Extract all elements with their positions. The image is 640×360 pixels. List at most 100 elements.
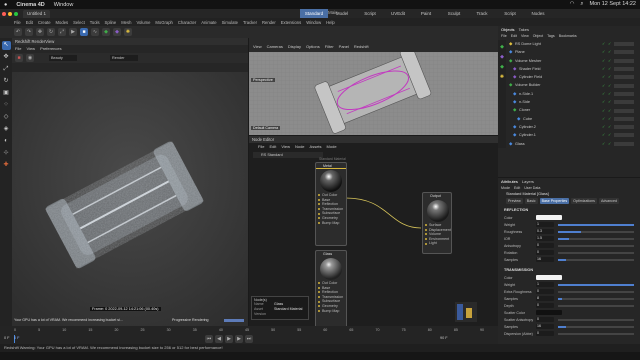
redo-icon[interactable]: ↷ — [25, 28, 33, 36]
tag-icon[interactable] — [614, 116, 634, 121]
document-tab[interactable]: Untitled 1 — [23, 9, 51, 18]
render-check-icon[interactable]: ✓ — [608, 67, 612, 71]
attribute-subtab[interactable]: Optimizations — [571, 198, 597, 204]
object-row[interactable]: ◆ RS Dome Light ✓ ✓ — [509, 40, 640, 48]
tag-icon[interactable] — [614, 141, 634, 146]
layout-tab[interactable]: Track — [468, 9, 496, 18]
tag-icon[interactable] — [614, 67, 634, 72]
menu-item[interactable]: Render — [262, 20, 276, 25]
generator-icon[interactable]: ◆ — [102, 28, 110, 36]
attribute-value[interactable]: 8 — [536, 296, 554, 301]
attribute-value[interactable]: 0 — [536, 243, 554, 248]
attribute-slider[interactable] — [558, 244, 634, 247]
attribute-subtab[interactable]: Basic — [524, 198, 538, 204]
object-row[interactable]: ◆ Cylinder.2 ✓ ✓ — [509, 123, 640, 131]
timeline-end[interactable]: 90 F — [440, 336, 448, 340]
minimize-window-button[interactable] — [8, 11, 12, 16]
menu-item[interactable]: Mesh — [121, 20, 131, 25]
layout-tab[interactable]: Paint — [412, 9, 440, 18]
objects-tab[interactable]: Takes — [519, 26, 529, 33]
object-row[interactable]: ◆ Glass ✓ ✓ — [509, 140, 640, 148]
attribute-value[interactable]: 0 — [536, 250, 554, 255]
attribute-slider[interactable] — [558, 304, 634, 307]
attribute-slider[interactable] — [558, 258, 634, 261]
object-name[interactable]: Volume Mesher — [515, 57, 602, 65]
maximize-window-button[interactable] — [14, 11, 18, 16]
menu-item[interactable]: Window — [306, 20, 321, 25]
renderer-select[interactable]: Render — [110, 55, 138, 61]
last-frame-icon[interactable]: ⏭ — [245, 335, 253, 343]
scale-tool-icon[interactable]: ⤢ — [2, 65, 11, 74]
object-row[interactable]: ◆ Plane ✓ ✓ — [509, 48, 640, 56]
menu-item[interactable]: Character — [178, 20, 196, 25]
deformer-icon[interactable]: ◆ — [113, 28, 121, 36]
move-icon[interactable]: ✥ — [36, 28, 44, 36]
render-check-icon[interactable]: ✓ — [608, 108, 612, 113]
attribute-slider[interactable] — [558, 325, 634, 328]
attribute-value[interactable]: 1.5 — [536, 236, 554, 241]
edges-mode-icon[interactable]: ◇ — [2, 113, 11, 122]
render-check-icon[interactable]: ✓ — [608, 91, 612, 96]
menu-item[interactable]: Extensions — [281, 20, 301, 25]
attribute-value[interactable]: 1 — [536, 282, 554, 287]
tag-icon[interactable] — [614, 133, 634, 138]
visible-check-icon[interactable]: ✓ — [602, 133, 606, 137]
attribute-slider[interactable] — [558, 230, 634, 233]
attribute-value[interactable]: 0 — [536, 331, 554, 336]
visible-check-icon[interactable]: ✓ — [602, 116, 606, 121]
light-icon[interactable]: ✺ — [124, 28, 132, 36]
objects-menu-item[interactable]: File — [501, 33, 507, 40]
render-image[interactable] — [12, 72, 248, 334]
visible-check-icon[interactable]: ✓ — [602, 91, 606, 96]
render-check-icon[interactable]: ✓ — [608, 58, 612, 63]
visible-check-icon[interactable]: ✓ — [602, 125, 606, 129]
light-side-icon[interactable]: ✺ — [498, 74, 506, 80]
object-row[interactable]: ◆ Volume Builder ✓ ✓ — [509, 81, 640, 89]
render-icon[interactable]: ▶ — [69, 28, 77, 36]
object-name[interactable]: Volume Builder — [515, 81, 602, 89]
visible-check-icon[interactable]: ✓ — [602, 42, 606, 46]
visible-check-icon[interactable]: ✓ — [602, 58, 606, 63]
object-name[interactable]: Plane — [515, 48, 602, 56]
visible-check-icon[interactable]: ✓ — [602, 50, 606, 54]
menu-item[interactable]: Tracker — [243, 20, 257, 25]
attribute-value[interactable]: 16 — [536, 324, 554, 329]
object-row[interactable]: ◆ Cloner ✓ ✓ — [509, 106, 640, 114]
snapshot-icon[interactable]: ◉ — [26, 54, 34, 62]
attribute-slider[interactable] — [558, 297, 634, 300]
aov-select[interactable]: Beauty — [49, 55, 77, 61]
object-name[interactable]: RS Dome Light — [515, 40, 602, 48]
visible-check-icon[interactable]: ✓ — [602, 83, 606, 88]
menu-item[interactable]: Select — [73, 20, 85, 25]
object-name[interactable]: Cloner — [519, 106, 602, 114]
play-icon[interactable]: ▶ — [225, 335, 233, 343]
apple-icon[interactable]: ● — [4, 2, 7, 8]
render-check-icon[interactable]: ✓ — [608, 116, 612, 121]
tag-icon[interactable] — [614, 75, 634, 80]
object-name[interactable]: Cylinder.1 — [519, 131, 602, 139]
attribute-slider[interactable] — [558, 223, 634, 226]
move-tool-icon[interactable]: ✥ — [2, 53, 11, 62]
object-row[interactable]: ◆ n-Side ✓ ✓ — [509, 98, 640, 106]
output-node[interactable]: Output Surface Displacement Volume Environm… — [422, 192, 452, 254]
tag-icon[interactable] — [614, 83, 634, 88]
attribute-value[interactable]: 0 — [536, 303, 554, 308]
render-play-icon[interactable]: ■ — [15, 54, 23, 62]
render-check-icon[interactable]: ✓ — [608, 100, 612, 104]
tag-icon[interactable] — [614, 91, 634, 96]
render-view-menu-item[interactable]: Preferences — [40, 45, 62, 52]
viewport-menu-item[interactable]: Redshift — [354, 43, 369, 50]
visible-check-icon[interactable]: ✓ — [602, 108, 606, 113]
inspector-value[interactable]: Standard Material — [274, 307, 302, 312]
visible-check-icon[interactable]: ✓ — [602, 67, 606, 71]
objects-menu-item[interactable]: View — [521, 33, 529, 40]
object-name[interactable]: n-Side.1 — [519, 90, 602, 98]
menu-item[interactable]: Create — [38, 20, 51, 25]
wifi-icon[interactable]: ◠ — [570, 1, 575, 8]
viewport-menu-item[interactable]: Options — [306, 43, 320, 50]
color-swatch[interactable] — [536, 310, 562, 315]
attribute-slider[interactable] — [558, 251, 634, 254]
attribute-slider[interactable] — [558, 283, 634, 286]
tag-icon[interactable] — [614, 42, 634, 47]
object-row[interactable]: ◆ Cylinder.1 ✓ ✓ — [509, 131, 640, 139]
